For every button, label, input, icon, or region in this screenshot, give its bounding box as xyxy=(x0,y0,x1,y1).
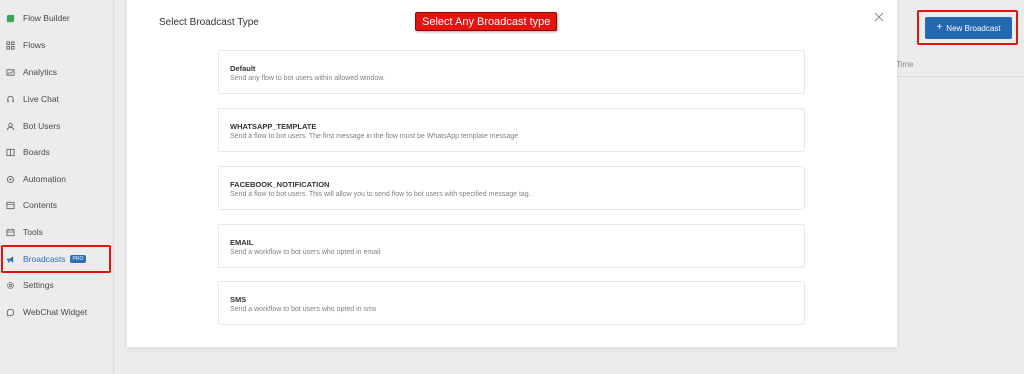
sidebar-item-tools[interactable]: Tools xyxy=(6,224,43,240)
sidebar-item-flows[interactable]: Flows xyxy=(6,37,45,53)
sidebar-item-analytics[interactable]: Analytics xyxy=(6,64,57,80)
sidebar-item-label: Contents xyxy=(23,200,58,210)
sidebar-item-label: WebChat Widget xyxy=(23,307,88,317)
option-title: SMS xyxy=(230,295,247,304)
annotation-label: Select Any Broadcast type xyxy=(415,12,558,31)
option-description: Send a flow to bot users. This will allo… xyxy=(230,191,531,198)
table-header-time: Time xyxy=(896,60,914,69)
sidebar-item-label: Live Chat xyxy=(23,94,59,104)
option-title: Default xyxy=(230,64,256,73)
chat-widget-icon xyxy=(6,308,15,317)
option-description: Send any flow to bot users within allowe… xyxy=(230,75,385,82)
sidebar-item-flow-builder[interactable]: Flow Builder xyxy=(6,10,70,26)
new-broadcast-button[interactable]: + New Broadcast xyxy=(925,17,1012,39)
option-title: FACEBOOK_NOTIFICATION xyxy=(230,180,330,189)
broadcast-option-email[interactable]: EMAIL Send a workflow to bot users who o… xyxy=(218,224,805,268)
sidebar-item-webchat-widget[interactable]: WebChat Widget xyxy=(6,304,87,320)
broadcast-option-whatsapp-template[interactable]: WHATSAPP_TEMPLATE Send a flow to bot use… xyxy=(218,108,805,152)
sidebar-item-settings[interactable]: Settings xyxy=(6,277,54,293)
headset-icon xyxy=(6,95,15,104)
new-broadcast-label: New Broadcast xyxy=(946,23,1001,33)
sidebar-item-contents[interactable]: Contents xyxy=(6,197,57,213)
table-header-divider xyxy=(896,76,1024,77)
tools-icon xyxy=(6,228,15,237)
user-icon xyxy=(6,122,15,131)
sidebar: Flow Builder Flows Analytics Live Chat B… xyxy=(0,0,114,374)
gear-icon xyxy=(6,281,15,290)
sidebar-item-label: Analytics xyxy=(23,67,58,77)
broadcast-option-sms[interactable]: SMS Send a workflow to bot users who opt… xyxy=(218,281,805,325)
flow-builder-icon xyxy=(6,14,15,23)
sidebar-item-label: Boards xyxy=(23,147,50,157)
select-broadcast-type-modal: Select Broadcast Type Select Any Broadca… xyxy=(127,0,897,347)
modal-title: Select Broadcast Type xyxy=(159,17,259,28)
option-title: EMAIL xyxy=(230,238,254,247)
sidebar-item-label: Bot Users xyxy=(23,121,61,131)
automation-icon xyxy=(6,175,15,184)
sidebar-item-label: Tools xyxy=(23,227,43,237)
plus-icon: + xyxy=(936,22,943,33)
option-description: Send a flow to bot users. The first mess… xyxy=(230,133,519,140)
boards-icon xyxy=(6,148,15,157)
option-description: Send a workflow to bot users who opted i… xyxy=(230,306,377,313)
sidebar-item-label: Settings xyxy=(23,280,54,290)
sidebar-item-label: Automation xyxy=(23,174,66,184)
sidebar-item-label: Flow Builder xyxy=(23,13,70,23)
sidebar-item-label: Flows xyxy=(23,40,46,50)
broadcast-option-default[interactable]: Default Send any flow to bot users withi… xyxy=(218,50,805,94)
sidebar-item-automation[interactable]: Automation xyxy=(6,171,66,187)
sidebar-item-boards[interactable]: Boards xyxy=(6,144,50,160)
contents-icon xyxy=(6,201,15,210)
flows-icon xyxy=(6,40,15,50)
option-description: Send a workflow to bot users who opted i… xyxy=(230,249,381,256)
highlight-box-broadcasts xyxy=(1,245,111,273)
analytics-icon xyxy=(6,68,15,77)
option-title: WHATSAPP_TEMPLATE xyxy=(230,122,317,131)
broadcast-option-facebook-notification[interactable]: FACEBOOK_NOTIFICATION Send a flow to bot… xyxy=(218,166,805,210)
close-icon[interactable] xyxy=(873,11,885,23)
sidebar-item-live-chat[interactable]: Live Chat xyxy=(6,91,59,107)
sidebar-item-bot-users[interactable]: Bot Users xyxy=(6,118,60,134)
